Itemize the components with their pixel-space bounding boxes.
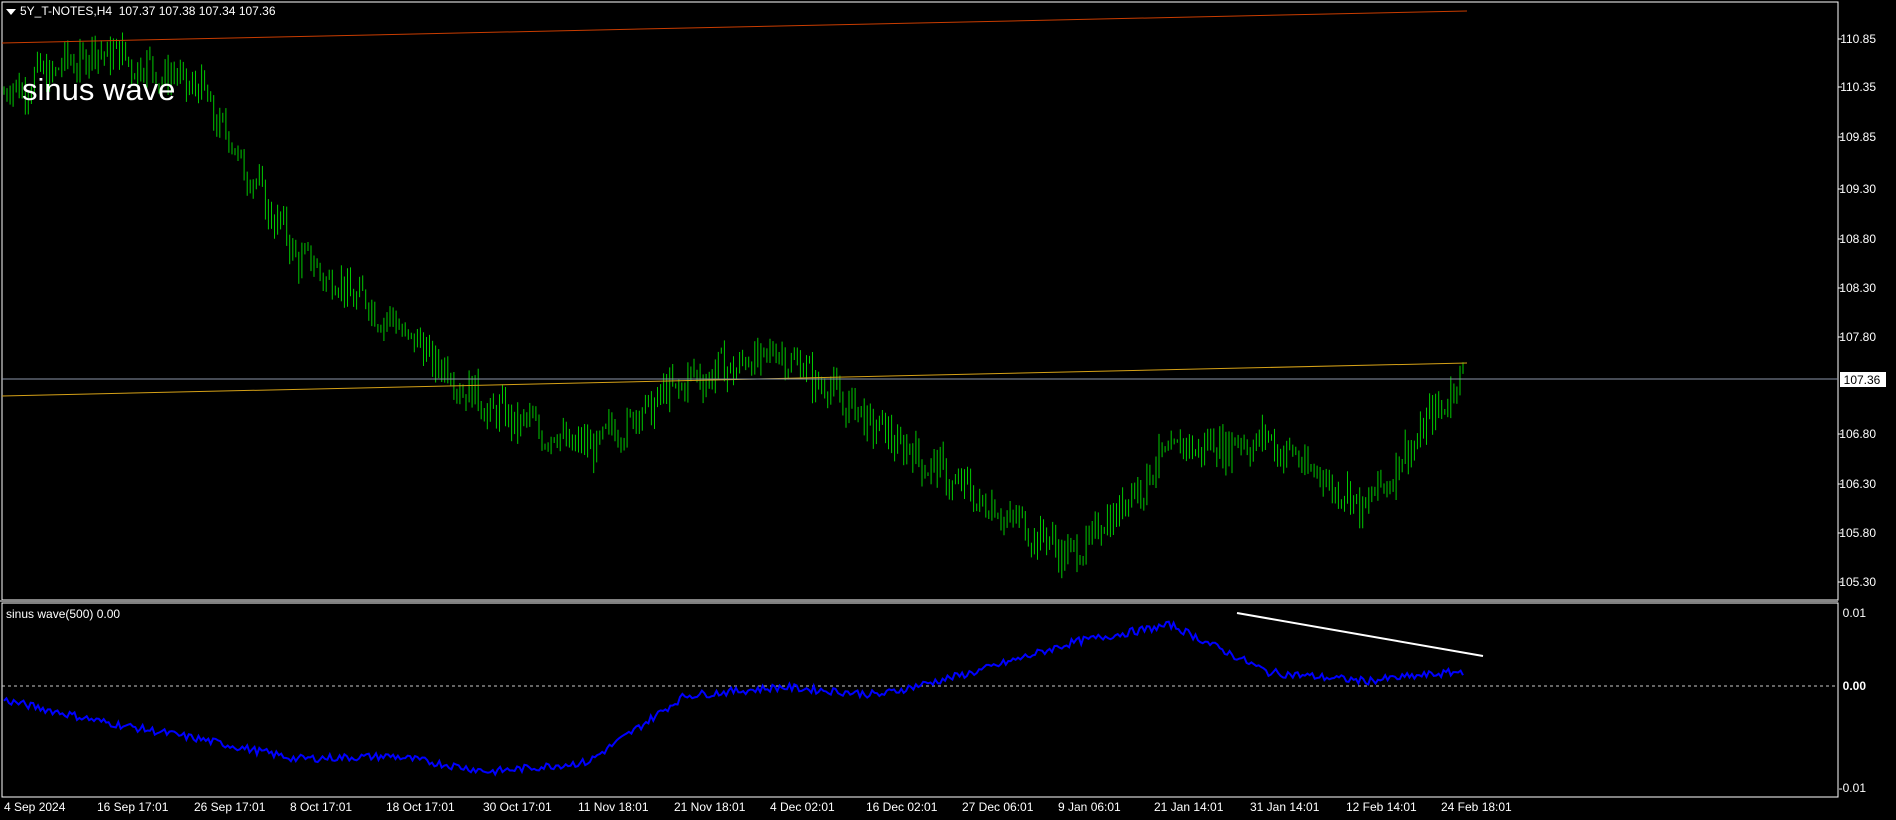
price-axis: 110.85 110.35 109.85 109.30 108.80 108.3…	[1838, 32, 1876, 589]
indicator-tick: 0.01	[1843, 606, 1867, 620]
price-tick: 110.85	[1840, 32, 1876, 46]
time-tick: 11 Nov 18:01	[578, 800, 649, 814]
time-tick: 24 Feb 18:01	[1441, 800, 1512, 814]
time-tick: 16 Dec 02:01	[866, 800, 938, 814]
time-tick: 21 Nov 18:01	[674, 800, 746, 814]
chart-annotation[interactable]: sinus wave	[22, 72, 175, 108]
chart-header[interactable]: 5Y_T-NOTES,H4 107.37 107.38 107.34 107.3…	[6, 4, 276, 18]
symbol-label: 5Y_T-NOTES,H4	[20, 4, 113, 18]
time-tick: 31 Jan 14:01	[1250, 800, 1320, 814]
time-tick: 16 Sep 17:01	[97, 800, 169, 814]
price-tick: 106.30	[1839, 477, 1876, 491]
current-price-tag: 107.36	[1840, 372, 1886, 387]
time-tick: 4 Dec 02:01	[770, 800, 835, 814]
current-price-label: 107.36	[1844, 373, 1881, 387]
price-tick: 107.80	[1839, 330, 1876, 344]
price-tick: 108.80	[1839, 232, 1876, 246]
price-tick: 106.80	[1839, 427, 1876, 441]
price-tick: 108.30	[1839, 281, 1876, 295]
ohlc-values: 107.37 107.38 107.34 107.36	[118, 4, 276, 18]
indicator-tick: -0.01	[1839, 781, 1867, 795]
price-tick: 105.80	[1839, 526, 1876, 540]
time-tick: 18 Oct 17:01	[386, 800, 455, 814]
time-axis: 4 Sep 2024 16 Sep 17:01 26 Sep 17:01 8 O…	[4, 800, 1512, 814]
chart-canvas[interactable]: 110.85 110.35 109.85 109.30 108.80 108.3…	[0, 0, 1896, 820]
time-tick: 30 Oct 17:01	[483, 800, 552, 814]
time-tick: 27 Dec 06:01	[962, 800, 1034, 814]
price-tick: 109.30	[1839, 182, 1876, 196]
indicator-axis: 0.01 0.00 -0.01	[1839, 606, 1867, 795]
time-tick: 4 Sep 2024	[4, 800, 66, 814]
time-tick: 21 Jan 14:01	[1154, 800, 1224, 814]
indicator-title: sinus wave(500) 0.00	[6, 607, 121, 621]
price-tick: 109.85	[1839, 130, 1876, 144]
price-tick: 105.30	[1839, 575, 1876, 589]
main-chart-frame[interactable]	[1, 1, 1839, 601]
time-tick: 8 Oct 17:01	[290, 800, 352, 814]
chevron-down-icon[interactable]	[6, 8, 16, 15]
indicator-frame[interactable]	[1, 602, 1839, 798]
time-tick: 9 Jan 06:01	[1058, 800, 1121, 814]
time-tick: 26 Sep 17:01	[194, 800, 266, 814]
time-tick: 12 Feb 14:01	[1346, 800, 1417, 814]
price-tick: 110.35	[1840, 80, 1876, 94]
indicator-tick: 0.00	[1843, 679, 1867, 693]
